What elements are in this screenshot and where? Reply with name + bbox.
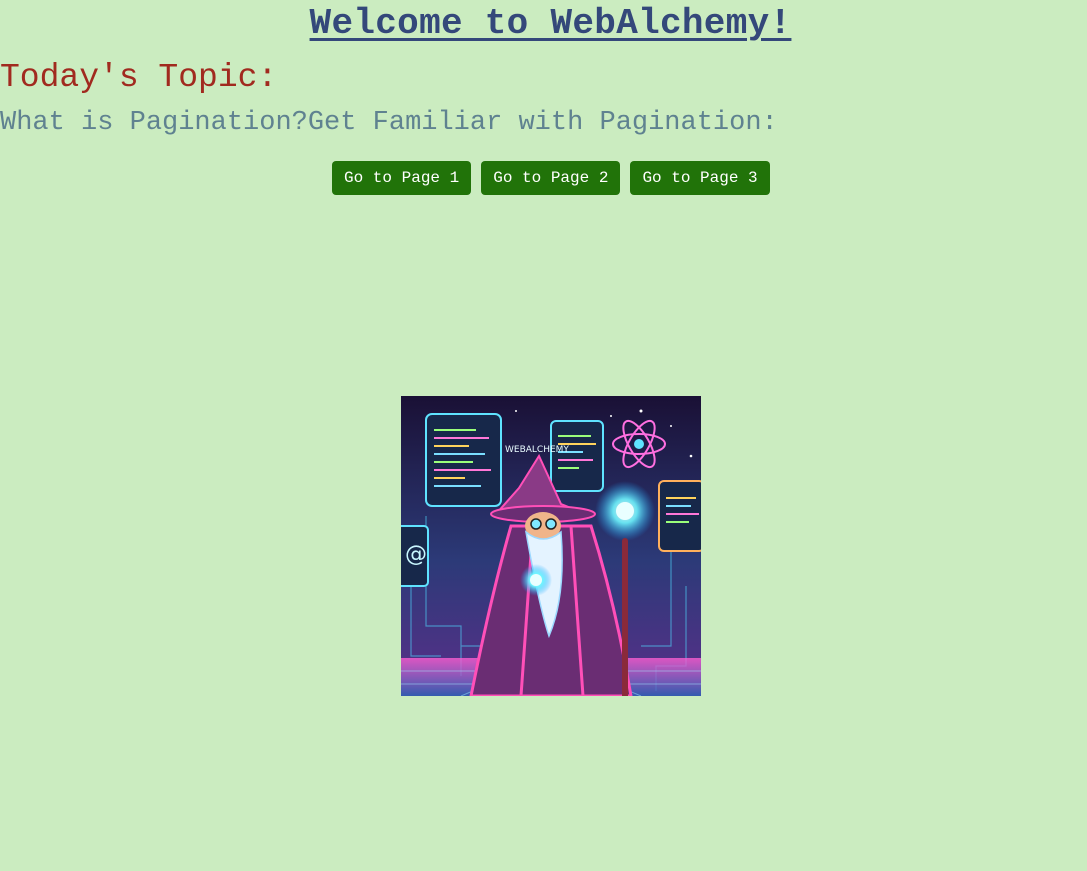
go-to-page-3-button[interactable]: Go to Page 3 xyxy=(630,161,770,195)
site-title[interactable]: Welcome to WebAlchemy! xyxy=(0,2,1087,46)
pagination-controls: Go to Page 1 Go to Page 2 Go to Page 3 xyxy=(332,161,770,195)
go-to-page-1-button[interactable]: Go to Page 1 xyxy=(332,161,472,195)
svg-text:@: @ xyxy=(405,542,427,567)
wizard-illustration: @ WEBALCHEMY xyxy=(401,396,701,696)
go-to-page-2-button[interactable]: Go to Page 2 xyxy=(481,161,621,195)
topic-subheading: What is Pagination?Get Familiar with Pag… xyxy=(0,108,778,138)
topic-heading: Today's Topic: xyxy=(0,59,278,96)
svg-text:WEBALCHEMY: WEBALCHEMY xyxy=(505,445,569,455)
